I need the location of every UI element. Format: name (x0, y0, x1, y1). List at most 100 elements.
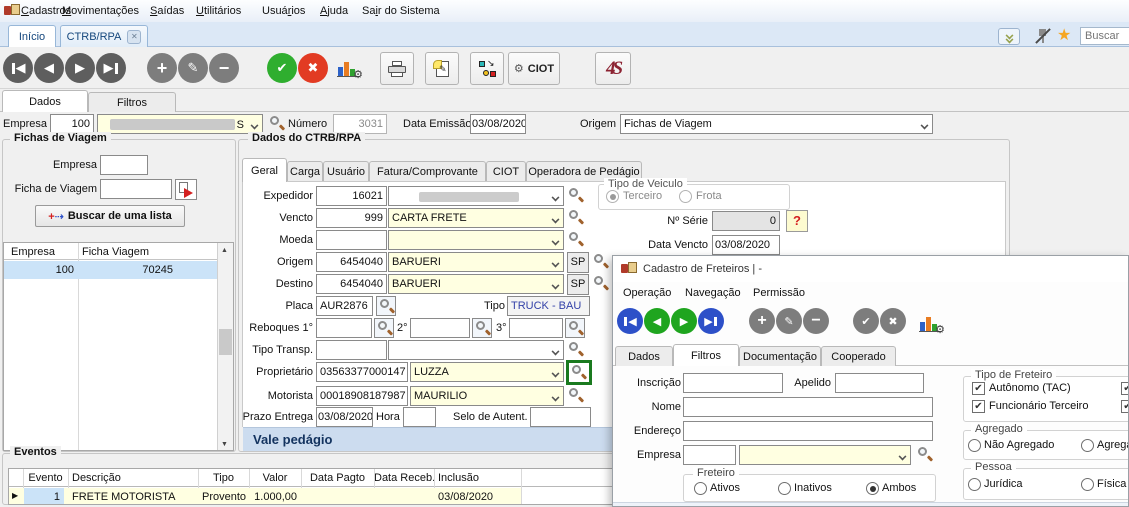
tab-geral[interactable]: Geral (242, 158, 287, 182)
menu-utilitarios[interactable]: Utilitários (196, 1, 241, 21)
menu-saidas[interactable]: Saídas (150, 1, 184, 21)
nav-last-button[interactable]: ▶ (96, 53, 126, 83)
brand-logo-button[interactable]: 4S (595, 52, 631, 85)
ctrb-origem-code-field[interactable]: 6454040 (316, 252, 387, 272)
checkbox-autonomo[interactable]: ✔ (972, 382, 985, 395)
reboque3-field[interactable] (509, 318, 563, 338)
popup-menu-operacao[interactable]: Operação (623, 283, 671, 303)
eventos-grid-row[interactable]: ▶ 1 FRETE MOTORISTA Provento 1.000,00 03… (9, 488, 521, 505)
reboque2-search-button[interactable] (472, 318, 492, 338)
popup-edit-button[interactable]: ✎ (776, 308, 802, 334)
cancel-button[interactable]: ✖ (298, 53, 328, 83)
popup-add-button[interactable]: + (749, 308, 775, 334)
motorista-combo[interactable]: MAURILIO (410, 386, 564, 406)
selo-field[interactable] (530, 407, 591, 427)
destino-uf-button[interactable]: SP (567, 274, 589, 295)
empresa-code-field[interactable]: 100 (50, 114, 94, 134)
checkbox-funcionario[interactable]: ✔ (972, 400, 985, 413)
menu-usuarios[interactable]: Usuários (262, 1, 305, 21)
popup-tab-filtros[interactable]: Filtros (673, 344, 739, 366)
inscricao-field[interactable] (683, 373, 783, 393)
radio-ambos[interactable] (866, 482, 879, 495)
popup-chart-button[interactable]: ⚙ (919, 311, 943, 335)
menu-sair[interactable]: Sair do Sistema (362, 1, 440, 21)
empresa-name-combo[interactable]: S (97, 114, 263, 134)
radio-terceiro[interactable] (606, 190, 619, 203)
help-button[interactable]: ? (786, 210, 808, 232)
fichas-empresa-field[interactable] (100, 155, 148, 175)
tipo-transp-combo[interactable] (388, 340, 564, 360)
popup-menu-navegacao[interactable]: Navegação (685, 283, 741, 303)
origem-uf-button[interactable]: SP (567, 252, 589, 273)
popup-menu-permissao[interactable]: Permissão (753, 283, 805, 303)
radio-nao-agregado[interactable] (968, 439, 981, 452)
reboque2-field[interactable] (410, 318, 470, 338)
fichas-grid-row[interactable]: 100 70245 (4, 261, 217, 279)
add-button[interactable]: + (147, 53, 177, 83)
menu-movimentacoes[interactable]: Movimentações (62, 1, 139, 21)
popup-titlebar[interactable]: Cadastro de Freteiros | - (613, 256, 1129, 282)
tab-ctrb-rpa[interactable]: CTRB/RPA ✕ (60, 25, 148, 47)
destino-code-field[interactable]: 6454040 (316, 274, 387, 294)
chart-settings-button[interactable]: ⚙ (337, 56, 361, 80)
ciot-button[interactable]: ⚙ CIOT (508, 52, 560, 85)
radio-frota[interactable] (679, 190, 692, 203)
proprietario-search-button-highlighted[interactable] (566, 360, 592, 385)
endereco-field[interactable] (683, 421, 933, 441)
radio-fisica[interactable] (1081, 478, 1094, 491)
unpin-icon[interactable] (1032, 27, 1052, 45)
origem-combo[interactable]: Fichas de Viagem (620, 114, 933, 134)
vencto-code-field[interactable]: 999 (316, 208, 387, 228)
popup-tab-cooperado[interactable]: Cooperado (821, 346, 896, 366)
magnifier-icon[interactable] (268, 115, 286, 133)
popup-empresa-combo[interactable] (739, 445, 911, 465)
expedidor-name-combo[interactable] (388, 186, 564, 206)
tab-usuario[interactable]: Usuário (323, 161, 369, 182)
motorista-code-field[interactable]: 00018908187987 (316, 386, 408, 406)
popup-empresa-code-field[interactable] (683, 445, 736, 465)
tipo-transp-code-field[interactable] (316, 340, 387, 360)
fichas-ficha-field[interactable] (100, 179, 172, 199)
popup-delete-button[interactable]: − (803, 308, 829, 334)
tab-inicio[interactable]: Início (8, 25, 56, 47)
print-button[interactable] (380, 52, 414, 85)
vencto-name-combo[interactable]: CARTA FRETE (388, 208, 564, 228)
placa-field[interactable]: AUR2876 (316, 296, 373, 316)
magnifier-icon[interactable] (567, 187, 585, 205)
prazo-field[interactable]: 03/08/2020 (316, 407, 373, 427)
reboque3-search-button[interactable] (565, 318, 585, 338)
buscar-lista-button[interactable]: +⇢ Buscar de uma lista (35, 205, 185, 227)
confirm-button[interactable]: ✔ (267, 53, 297, 83)
tab-filtros[interactable]: Filtros (88, 92, 176, 112)
expand-chevron-button[interactable] (998, 28, 1020, 45)
moeda-code-field[interactable] (316, 230, 387, 250)
menu-ajuda[interactable]: Ajuda (320, 1, 348, 21)
magnifier-icon[interactable] (592, 275, 610, 293)
radio-ativos[interactable] (694, 482, 707, 495)
popup-nav-next-button[interactable]: ▶ (671, 308, 697, 334)
document-edit-button[interactable]: ✎ (425, 52, 459, 85)
checkbox-extra-2[interactable]: ✔ (1121, 400, 1129, 413)
edit-button[interactable]: ✎ (178, 53, 208, 83)
popup-confirm-button[interactable]: ✔ (853, 308, 879, 334)
tab-carga[interactable]: Carga (287, 161, 323, 182)
tab-ciot[interactable]: CIOT (486, 161, 526, 182)
reboque1-field[interactable] (316, 318, 372, 338)
tab-dados[interactable]: Dados (2, 90, 88, 112)
checkbox-extra-1[interactable]: ✔ (1121, 382, 1129, 395)
popup-nav-prev-button[interactable]: ◀ (644, 308, 670, 334)
destino-combo[interactable]: BARUERI (388, 274, 564, 294)
radio-agregado[interactable] (1081, 439, 1094, 452)
nav-first-button[interactable]: ◀ (3, 53, 33, 83)
apelido-field[interactable] (835, 373, 924, 393)
proprietario-code-field[interactable]: 03563377000147 (316, 362, 408, 382)
data-emissao-field[interactable]: 03/08/2020 (470, 114, 526, 134)
popup-nav-first-button[interactable]: ◀ (617, 308, 643, 334)
expedidor-code-field[interactable]: 16021 (316, 186, 387, 206)
radio-inativos[interactable] (778, 482, 791, 495)
magnifier-icon[interactable] (567, 387, 585, 405)
magnifier-icon[interactable] (567, 341, 585, 359)
tab-fatura[interactable]: Fatura/Comprovante (369, 161, 486, 182)
popup-tab-documentacao[interactable]: Documentação (739, 346, 821, 366)
radio-juridica[interactable] (968, 478, 981, 491)
